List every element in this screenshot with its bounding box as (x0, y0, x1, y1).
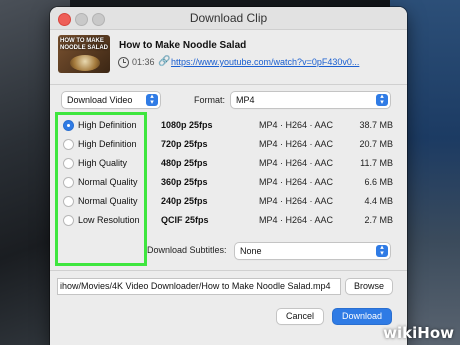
title-bar: Download Clip (50, 7, 407, 30)
quality-codec: MP4 · H264 · AAC (259, 139, 334, 149)
video-url-link[interactable]: https://www.youtube.com/watch?v=0pF430v0… (171, 57, 359, 67)
quality-size: 4.4 MB (364, 196, 393, 206)
quality-resolution: 720p 25fps (161, 139, 208, 149)
video-duration: 01:36 (132, 57, 155, 67)
format-label: Format: (194, 95, 226, 105)
quality-size: 20.7 MB (359, 139, 393, 149)
window-title: Download Clip (189, 11, 268, 25)
quality-codec: MP4 · H264 · AAC (259, 196, 334, 206)
video-info-header: HOW TO MAKE NOODLE SALAD How to Make Noo… (50, 30, 407, 84)
save-path-row: ihow/Movies/4K Video Downloader/How to M… (50, 278, 407, 296)
watermark-wiki: wiki (383, 324, 418, 342)
download-button[interactable]: Download (333, 309, 391, 324)
chevron-updown-icon: ▴ ▾ (376, 244, 388, 257)
divider (50, 84, 407, 85)
divider (50, 270, 407, 271)
browse-button[interactable]: Browse (346, 279, 392, 294)
chevron-updown-icon: ▴ ▾ (376, 93, 388, 106)
clock-icon (118, 57, 129, 68)
watermark-how: How (417, 324, 454, 342)
quality-codec: MP4 · H264 · AAC (259, 158, 334, 168)
quality-resolution: 240p 25fps (161, 196, 208, 206)
quality-codec: MP4 · H264 · AAC (259, 177, 334, 187)
thumbnail-caption: HOW TO MAKE NOODLE SALAD (60, 38, 108, 51)
quality-size: 38.7 MB (359, 120, 393, 130)
subtitles-value: None (240, 246, 262, 256)
quality-size: 6.6 MB (364, 177, 393, 187)
quality-codec: MP4 · H264 · AAC (259, 120, 334, 130)
download-type-value: Download Video (67, 95, 133, 105)
quality-size: 11.7 MB (360, 158, 393, 168)
quality-resolution: QCIF 25fps (161, 215, 209, 225)
video-thumbnail: HOW TO MAKE NOODLE SALAD (58, 35, 110, 73)
type-format-row: Download Video ▴ ▾ Format: MP4 ▴ ▾ (50, 89, 407, 111)
format-value: MP4 (236, 95, 255, 105)
subtitles-select[interactable]: None ▴ ▾ (235, 243, 390, 259)
video-title: How to Make Noodle Salad (119, 40, 247, 51)
quality-codec: MP4 · H264 · AAC (259, 215, 334, 225)
green-highlight-box (55, 112, 147, 266)
wikihow-watermark: wikiHow (383, 324, 454, 342)
subtitles-label: Download Subtitles: (147, 245, 227, 255)
cancel-button[interactable]: Cancel (277, 309, 323, 324)
quality-resolution: 1080p 25fps (161, 120, 213, 130)
quality-resolution: 480p 25fps (161, 158, 208, 168)
format-select[interactable]: MP4 ▴ ▾ (231, 92, 390, 108)
quality-size: 2.7 MB (364, 215, 393, 225)
link-icon: 🔗 (158, 56, 171, 67)
save-path-field[interactable]: ihow/Movies/4K Video Downloader/How to M… (58, 279, 340, 294)
chevron-updown-icon: ▴ ▾ (146, 93, 158, 106)
download-type-select[interactable]: Download Video ▴ ▾ (62, 92, 160, 108)
quality-resolution: 360p 25fps (161, 177, 208, 187)
noodle-bowl-image (70, 55, 100, 71)
